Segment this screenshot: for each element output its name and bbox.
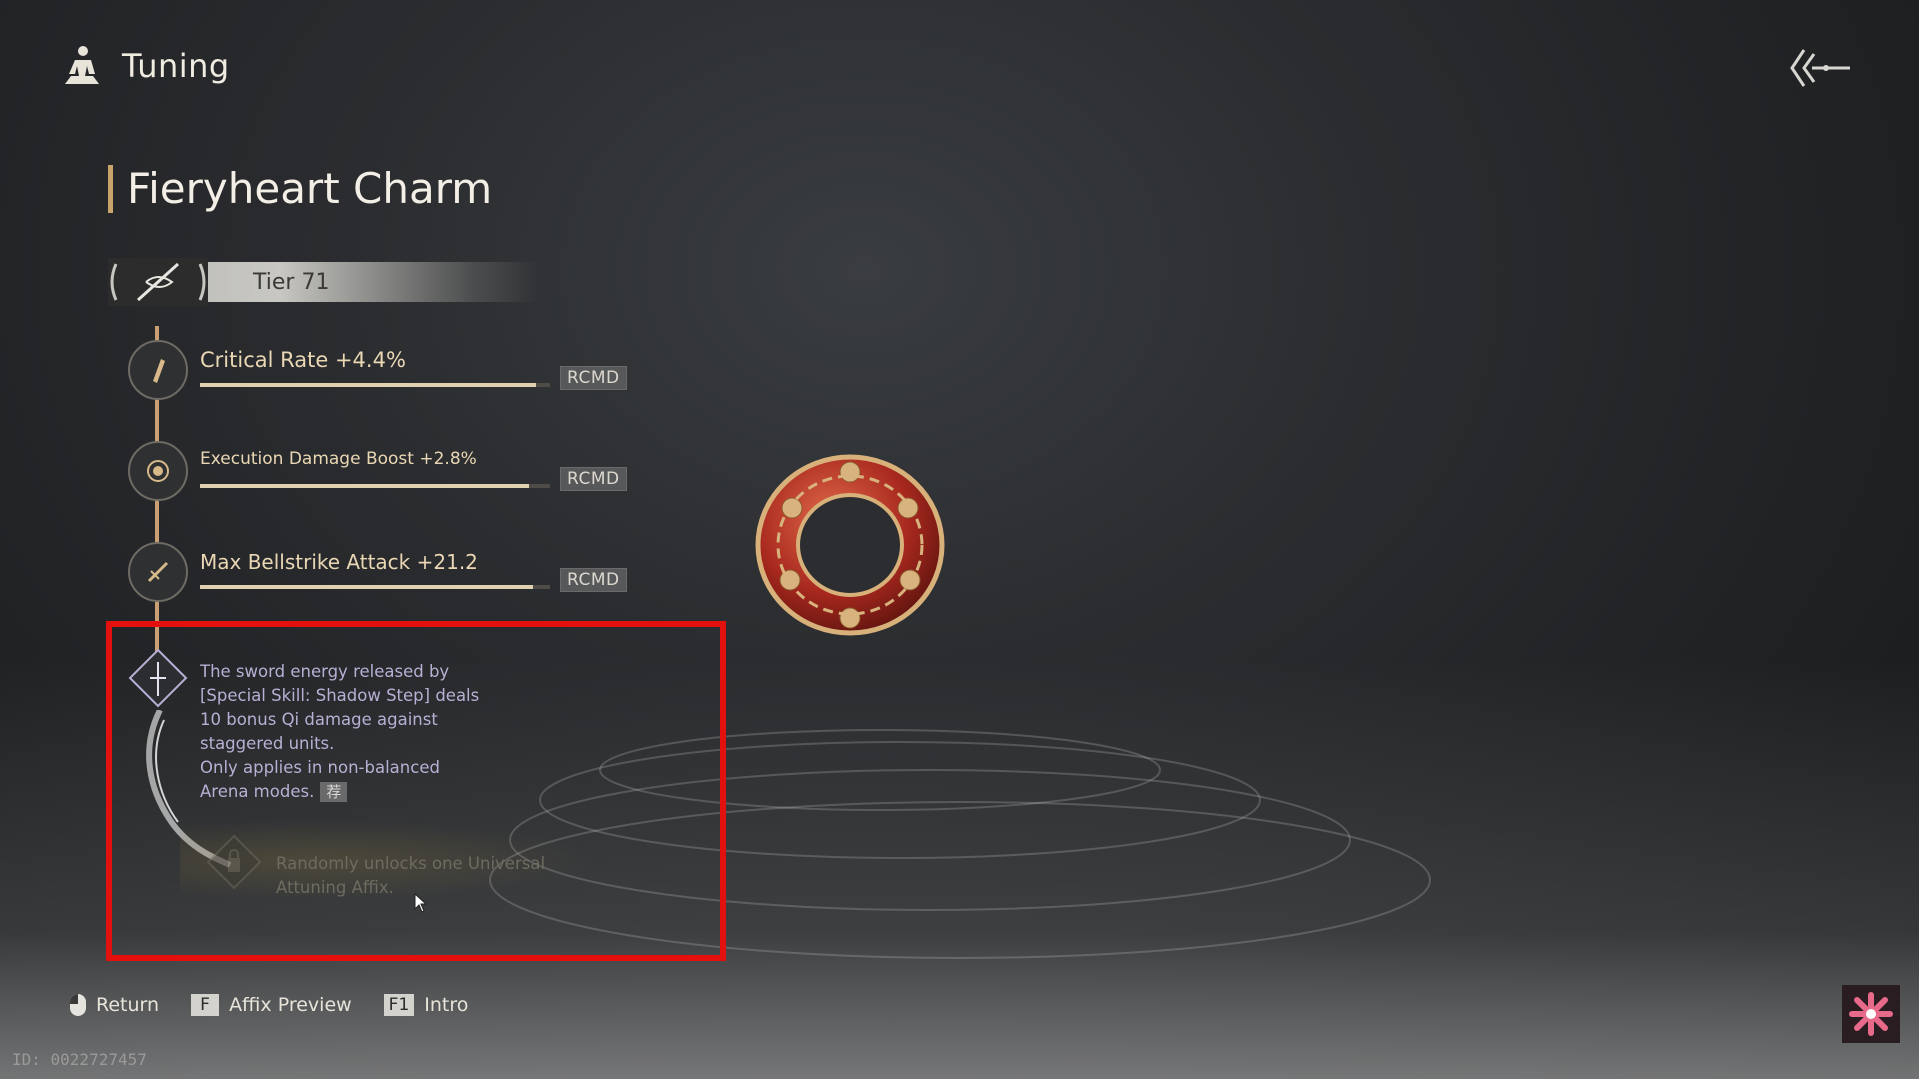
return-hint[interactable]: Return (70, 994, 159, 1016)
key-f: F (191, 994, 220, 1016)
affix-text: Critical Rate +4.4% (200, 348, 406, 372)
scroll-icon (128, 340, 188, 400)
affix-preview-hint[interactable]: F Affix Preview (191, 994, 352, 1016)
affix-progress-track (200, 585, 550, 589)
title-accent-bar (108, 164, 113, 213)
game-logo-icon (1842, 985, 1900, 1043)
affix-row[interactable]: Execution Damage Boost +2.8% RCMD (128, 441, 648, 521)
affix-preview-label: Affix Preview (229, 994, 352, 1016)
return-label: Return (96, 994, 160, 1016)
affix-progress-track (200, 383, 550, 387)
tier-banner: Tier 71 (108, 258, 538, 306)
intro-label: Intro (424, 994, 469, 1016)
affix-text: Max Bellstrike Attack +21.2 (200, 550, 478, 574)
mouse-icon (70, 994, 86, 1016)
header: Tuning (62, 44, 230, 88)
emblem-icon (128, 441, 188, 501)
affix-progress-fill (200, 484, 529, 488)
affix-row[interactable]: Max Bellstrike Attack +21.2 RCMD (128, 542, 648, 622)
fieryheart-charm-image (755, 454, 945, 636)
mouse-cursor-icon (414, 893, 428, 913)
rcmd-badge: RCMD (560, 366, 627, 390)
user-id: ID: 0022727457 (12, 1050, 147, 1069)
affix-progress-fill (200, 585, 533, 589)
affix-row[interactable]: Critical Rate +4.4% RCMD (128, 340, 648, 420)
item-name: Fieryheart Charm (127, 164, 493, 213)
item-title: Fieryheart Charm (108, 164, 492, 213)
affix-progress-fill (200, 383, 536, 387)
intro-hint[interactable]: F1 Intro (383, 994, 469, 1016)
control-hints: Return F Affix Preview F1 Intro (70, 994, 468, 1016)
sword-icon (128, 542, 188, 602)
key-f1: F1 (383, 994, 415, 1016)
back-arrow-icon[interactable] (1790, 44, 1860, 92)
affix-text: Execution Damage Boost +2.8% (200, 449, 477, 469)
screen-title: Tuning (122, 47, 230, 85)
rcmd-badge: RCMD (560, 568, 627, 592)
meditation-icon (65, 46, 99, 84)
tier-emblem-icon (108, 258, 208, 306)
affix-progress-track (200, 484, 550, 488)
rcmd-badge: RCMD (560, 467, 627, 491)
tier-label: Tier 71 (253, 270, 330, 295)
